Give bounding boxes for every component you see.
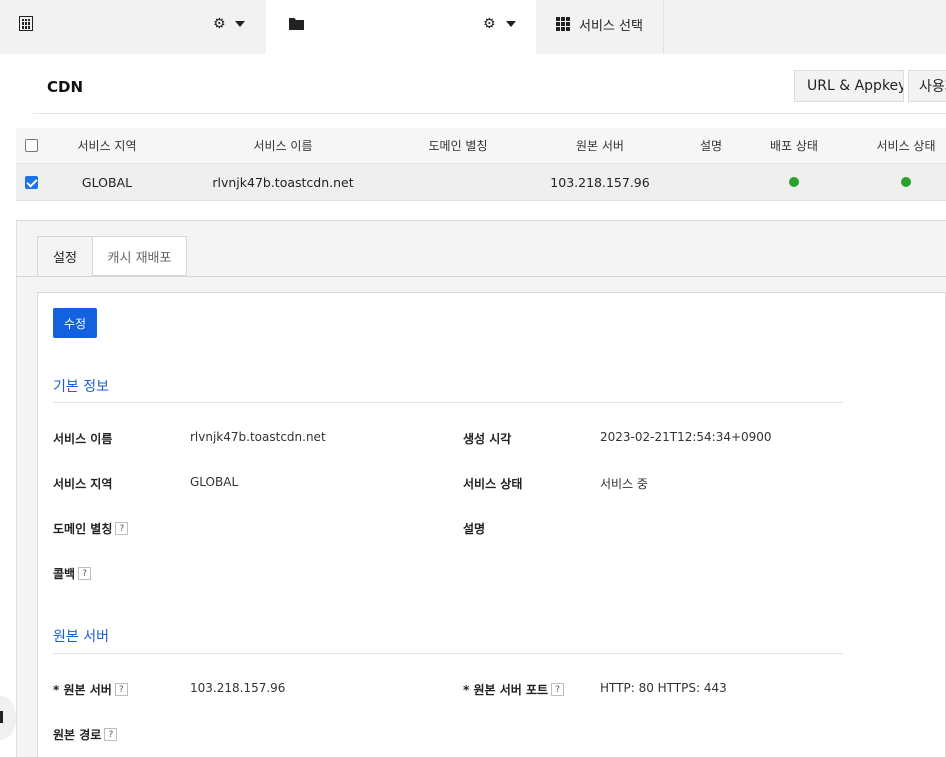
section-divider	[53, 402, 843, 403]
label-text: 서비스 이름	[53, 432, 113, 446]
table-row[interactable]: GLOBAL rlvnjk47b.toastcdn.net 103.218.15…	[16, 164, 946, 201]
edit-button[interactable]: 수정	[53, 308, 97, 338]
row-service-status	[866, 164, 946, 200]
value-service-status: 서비스 중	[600, 477, 648, 491]
tabs-divider	[16, 276, 946, 277]
apps-grid-icon	[556, 17, 570, 31]
section-title-basic-info: 기본 정보	[53, 379, 109, 395]
building-icon	[19, 16, 33, 31]
row-service-name: rlvnjk47b.toastcdn.net	[212, 174, 354, 190]
help-icon[interactable]: ?	[115, 522, 129, 535]
row-checkbox[interactable]	[24, 175, 38, 189]
value-origin-server: 103.218.157.96	[190, 681, 286, 695]
section-divider	[53, 653, 843, 654]
header-divider	[33, 113, 946, 114]
help-icon[interactable]: ?	[551, 683, 565, 696]
label-description: 설명	[463, 520, 485, 537]
label-created-time: 생성 시각	[463, 430, 511, 447]
label-text: 도메인 별칭	[53, 522, 113, 536]
label-origin-server: * 원본 서버 ?	[53, 681, 128, 698]
column-header-description[interactable]: 설명	[676, 128, 746, 163]
row-description	[676, 164, 746, 200]
table-header: 서비스 지역 서비스 이름 도메인 별칭 원본 서버 설명 배포 상태 서비스 …	[16, 128, 946, 164]
label-text: 서비스 지역	[53, 477, 113, 491]
value-service-region: GLOBAL	[190, 475, 239, 489]
chevron-down-icon[interactable]	[506, 21, 516, 27]
section-title-origin-server: 원본 서버	[53, 629, 109, 645]
row-domain-alias	[398, 164, 518, 200]
page-title: CDN	[47, 78, 84, 96]
row-origin-server: 103.218.157.96	[550, 174, 650, 190]
side-panel-handle[interactable]	[0, 696, 16, 740]
project-selector[interactable]: ⚙	[266, 0, 536, 54]
column-header-service-status[interactable]: 서비스 상태	[866, 128, 946, 163]
chevron-down-icon[interactable]	[235, 21, 245, 27]
label-text: * 원본 서버	[53, 683, 112, 697]
gear-icon[interactable]: ⚙	[213, 17, 226, 31]
column-header-service-name[interactable]: 서비스 이름	[208, 128, 358, 163]
help-icon[interactable]: ?	[114, 683, 128, 696]
column-header-deploy-status[interactable]: 배포 상태	[754, 128, 834, 163]
tab-settings[interactable]: 설정	[37, 236, 93, 276]
url-appkey-button[interactable]: URL & Appkey	[794, 70, 904, 102]
service-select-label: 서비스 선택	[579, 19, 643, 34]
usage-button[interactable]: 사용자	[908, 70, 946, 102]
label-text: 콜백	[53, 567, 76, 581]
deploy-status-dot	[789, 177, 799, 187]
select-all-cell	[16, 128, 46, 163]
organization-selector[interactable]: ⚙	[0, 0, 266, 54]
label-text: * 원본 서버 포트	[463, 683, 549, 697]
help-icon[interactable]: ?	[78, 567, 92, 580]
row-deploy-status	[754, 164, 834, 200]
label-text: 원본 경로	[53, 728, 102, 742]
label-origin-path: 원본 경로 ?	[53, 726, 118, 743]
tab-cache-redeploy[interactable]: 캐시 재배포	[92, 236, 187, 276]
label-origin-port: * 원본 서버 포트 ?	[463, 681, 565, 698]
label-text: 설명	[463, 522, 486, 536]
label-text: 서비스 상태	[463, 477, 523, 491]
folder-icon	[289, 18, 304, 30]
gear-icon[interactable]: ⚙	[483, 17, 496, 31]
top-navigation-bar: ⚙ ⚙ 서비스 선택	[0, 0, 946, 54]
row-select-cell	[16, 164, 46, 200]
label-service-status: 서비스 상태	[463, 475, 522, 492]
label-text: 생성 시각	[463, 432, 512, 446]
value-origin-port: HTTP: 80 HTTPS: 443	[600, 681, 727, 695]
select-all-checkbox[interactable]	[24, 139, 38, 152]
label-domain-alias: 도메인 별칭 ?	[53, 520, 129, 537]
value-created-time: 2023-02-21T12:54:34+0900	[600, 430, 772, 444]
service-status-dot	[901, 177, 911, 187]
column-header-region[interactable]: 서비스 지역	[58, 128, 156, 163]
service-select-button[interactable]: 서비스 선택	[536, 0, 664, 54]
help-icon[interactable]: ?	[104, 728, 118, 741]
column-header-domain-alias[interactable]: 도메인 별칭	[398, 128, 518, 163]
value-service-name: rlvnjk47b.toastcdn.net	[190, 430, 326, 444]
label-service-name: 서비스 이름	[53, 430, 112, 447]
label-callback: 콜백 ?	[53, 565, 92, 582]
label-service-region: 서비스 지역	[53, 475, 112, 492]
row-region: GLOBAL	[81, 174, 133, 190]
column-header-origin-server[interactable]: 원본 서버	[540, 128, 660, 163]
